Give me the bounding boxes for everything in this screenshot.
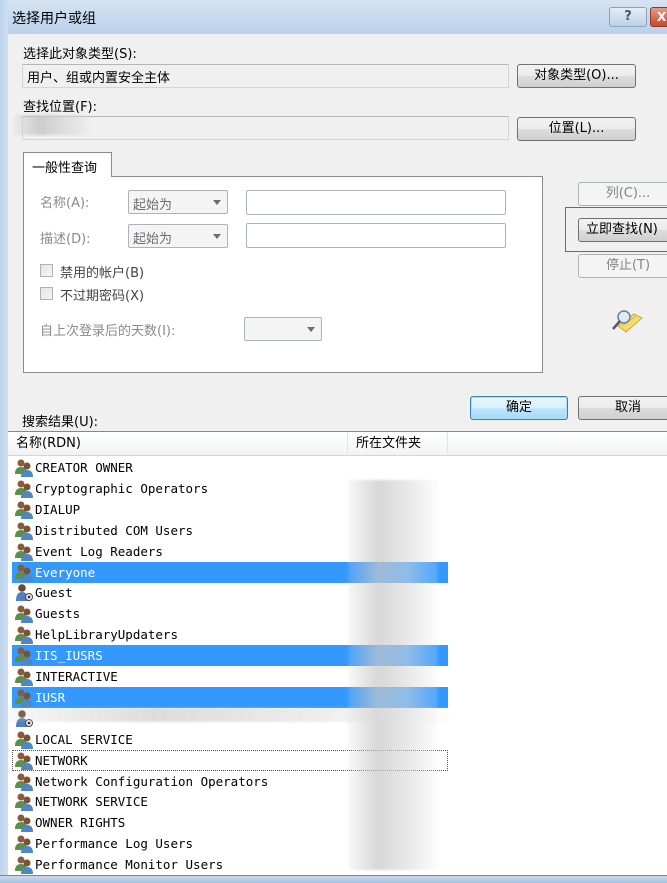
highlight-box	[565, 207, 667, 252]
row-name: NETWORK SERVICE	[35, 794, 148, 810]
redacted-row	[8, 708, 448, 722]
chevron-down-icon	[213, 200, 221, 205]
days-since-logon-label: 自上次登录后的天数(I):	[40, 324, 176, 339]
object-type-label: 选择此对象类型(S):	[23, 47, 137, 62]
title-bar: 选择用户或组 ? X	[0, 0, 667, 34]
group-icon	[14, 792, 34, 812]
row-name: Event Log Readers	[35, 543, 163, 559]
group-icon	[14, 479, 34, 498]
group-icon	[14, 751, 34, 770]
row-name: Everyone	[35, 564, 96, 580]
locations-button[interactable]: 位置(L)...	[517, 117, 636, 141]
row-name: INTERACTIVE	[35, 669, 118, 684]
list-header: 名称(RDN) 所在文件夹	[8, 432, 667, 456]
row-name: Performance Log Users	[35, 836, 194, 852]
row-name: OWNER RIGHTS	[35, 815, 126, 831]
non-expiring-password-label: 不过期密码(X)	[60, 289, 145, 304]
non-expiring-password-checkbox[interactable]	[40, 287, 53, 300]
group-icon	[14, 730, 34, 749]
group-icon	[14, 855, 34, 875]
row-name: Network Configuration Operators	[35, 773, 269, 789]
column-header-folder[interactable]: 所在文件夹	[348, 432, 448, 456]
ok-button[interactable]: 确定	[470, 396, 568, 420]
group-icon	[14, 772, 34, 791]
object-type-field: 用户、组或内置安全主体	[22, 64, 509, 88]
group-icon	[14, 813, 34, 833]
row-name: Guest	[35, 585, 73, 601]
chevron-down-icon	[213, 234, 221, 239]
row-name: LOCAL SERVICE	[35, 731, 133, 747]
search-animation-icon	[610, 306, 644, 334]
row-name: NETWORK	[35, 752, 88, 768]
group-icon	[14, 500, 34, 519]
window-frame-left	[0, 0, 8, 883]
group-icon	[14, 521, 34, 540]
row-name: Guests	[35, 606, 81, 622]
table-row[interactable]: CREATOR OWNER	[12, 457, 448, 478]
group-icon	[14, 646, 34, 666]
group-icon	[14, 604, 34, 624]
name-mode-select[interactable]: 起始为	[128, 190, 228, 214]
group-icon	[14, 458, 34, 477]
columns-button[interactable]: 列(C)...	[578, 182, 667, 206]
window-title: 选择用户或组	[12, 11, 96, 27]
description-input[interactable]	[246, 223, 506, 248]
location-field	[22, 116, 509, 140]
search-results-label: 搜索结果(U):	[22, 415, 99, 430]
disabled-accounts-label: 禁用的帐户(B)	[60, 266, 145, 281]
redacted-location	[14, 115, 92, 135]
stop-button[interactable]: 停止(T)	[578, 254, 667, 278]
cancel-button[interactable]: 取消	[578, 396, 667, 420]
select-users-groups-dialog: 选择用户或组 ? X 选择此对象类型(S): 用户、组或内置安全主体 对象类型(…	[0, 0, 667, 883]
window-frame-bottom	[0, 875, 667, 883]
group-icon	[14, 563, 34, 582]
group-icon	[14, 688, 34, 707]
close-button[interactable]: X	[650, 7, 667, 27]
group-icon	[14, 625, 34, 645]
description-label: 描述(D):	[40, 232, 91, 247]
row-name: DIALUP	[35, 501, 81, 517]
redacted-folder-column	[348, 480, 438, 870]
close-icon: X	[657, 10, 667, 24]
row-name: CREATOR OWNER	[35, 460, 133, 475]
help-icon: ?	[624, 9, 632, 24]
row-name: Performance Monitor Users	[35, 857, 224, 873]
chevron-down-icon	[307, 327, 315, 332]
days-since-logon-select[interactable]	[244, 317, 322, 341]
description-mode-value: 起始为	[133, 232, 173, 247]
location-label: 查找位置(F):	[23, 100, 98, 115]
name-label: 名称(A):	[40, 196, 90, 211]
name-mode-value: 起始为	[133, 198, 173, 213]
group-icon	[14, 542, 34, 561]
tab-general-queries[interactable]: 一般性查询	[23, 152, 112, 177]
group-icon	[14, 834, 34, 854]
row-name: IUSR	[35, 689, 66, 705]
search-results-list[interactable]: 名称(RDN) 所在文件夹 CREATOR OWNER Cryptographic…	[8, 431, 667, 875]
user-icon	[14, 583, 34, 602]
general-queries-panel: 名称(A): 起始为 描述(D): 起始为 禁用的帐户(B) 不过期密码(X) …	[23, 176, 543, 373]
row-name: IIS_IUSRS	[35, 648, 103, 664]
help-button[interactable]: ?	[609, 7, 647, 27]
description-mode-select[interactable]: 起始为	[128, 224, 228, 248]
name-input[interactable]	[246, 190, 506, 215]
group-icon	[14, 667, 34, 686]
row-name: HelpLibraryUpdaters	[35, 627, 178, 643]
object-types-button[interactable]: 对象类型(O)...	[517, 64, 636, 88]
row-name: Distributed COM Users	[35, 522, 194, 538]
disabled-accounts-checkbox[interactable]	[40, 264, 53, 277]
row-name: Cryptographic Operators	[35, 480, 209, 496]
column-header-name[interactable]: 名称(RDN)	[8, 432, 348, 456]
